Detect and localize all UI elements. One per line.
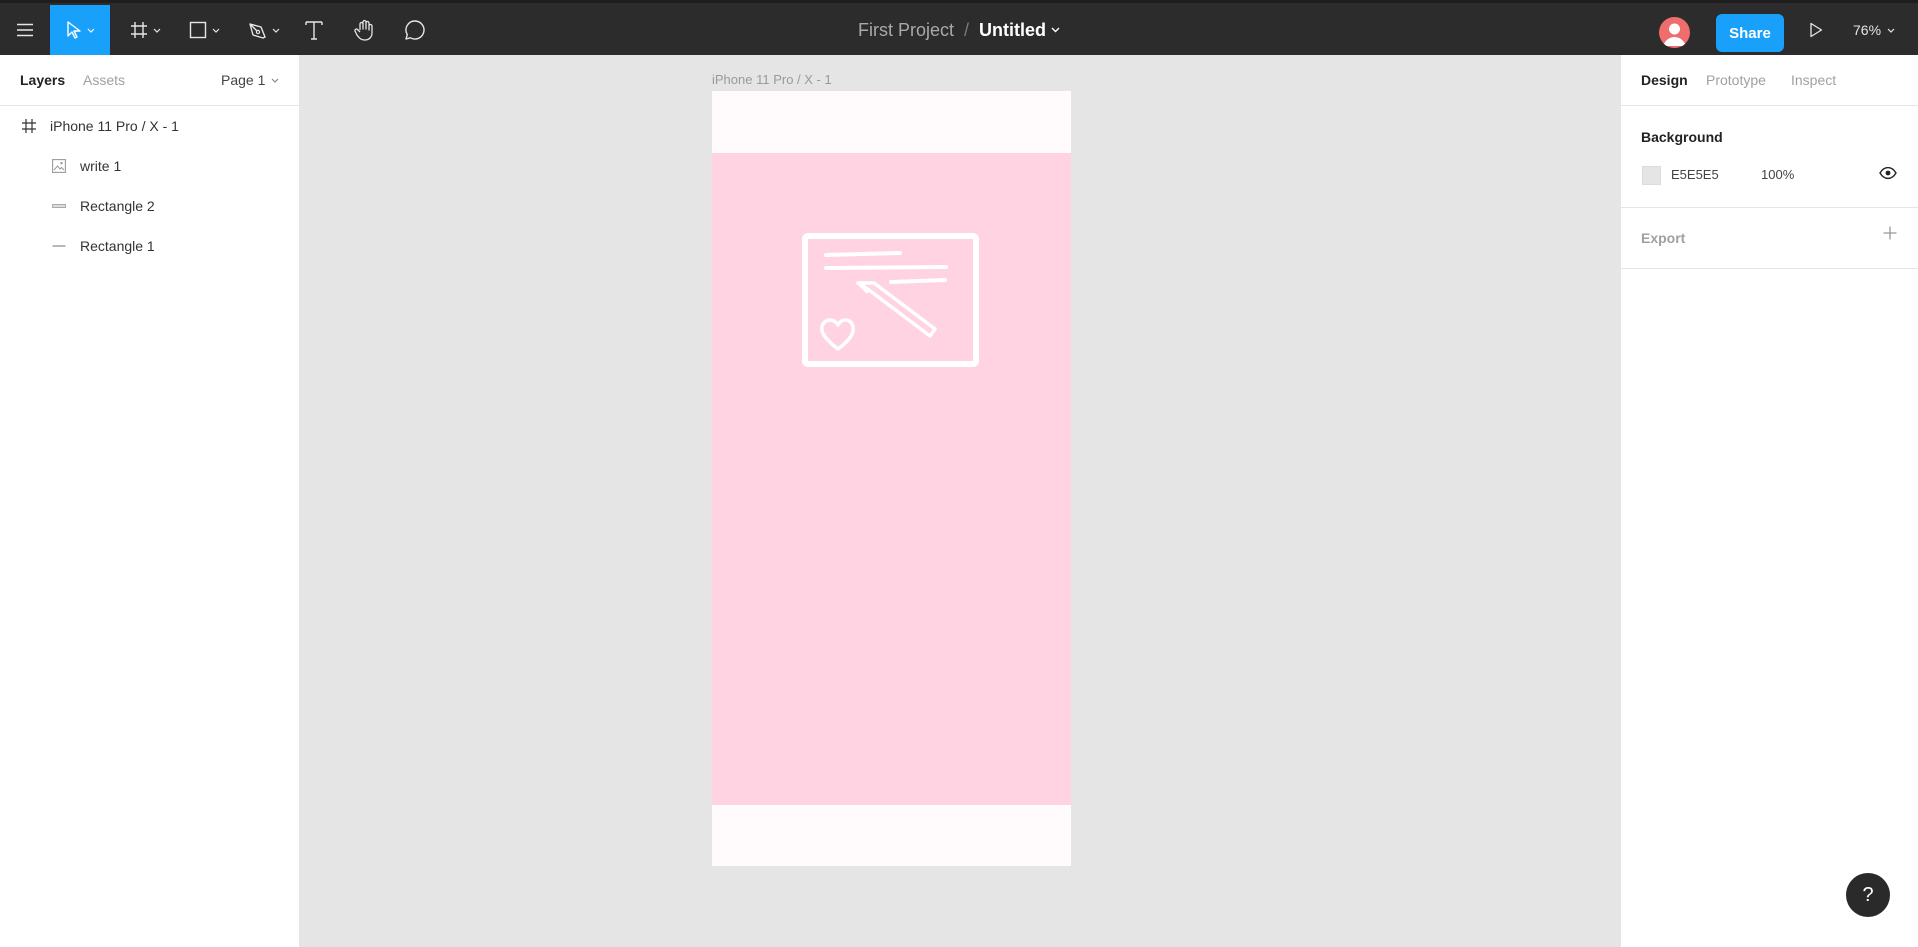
breadcrumb-separator: / bbox=[964, 19, 970, 40]
chevron-down-icon bbox=[271, 78, 279, 83]
toolbar: First Project / Untitled Share 76% bbox=[0, 0, 1918, 55]
zoom-level: 76% bbox=[1853, 22, 1882, 38]
layer-label: Rectangle 2 bbox=[80, 198, 155, 214]
frame-tool-icon bbox=[130, 22, 147, 38]
zoom-menu[interactable]: 76% bbox=[1853, 5, 1895, 55]
chevron-down-icon bbox=[212, 28, 219, 33]
canvas[interactable]: iPhone 11 Pro / X - 1 bbox=[300, 55, 1620, 947]
frame-tool-button[interactable] bbox=[125, 5, 165, 55]
chevron-down-icon bbox=[87, 28, 94, 33]
move-tool-icon bbox=[66, 21, 81, 39]
chevron-down-icon bbox=[153, 28, 160, 33]
menu-icon[interactable] bbox=[10, 5, 40, 55]
tab-layers[interactable]: Layers bbox=[20, 72, 65, 88]
file-name[interactable]: Untitled bbox=[979, 20, 1046, 41]
right-panel-tabs: Design Prototype Inspect bbox=[1621, 55, 1918, 106]
section-divider bbox=[1621, 268, 1918, 269]
background-opacity-input[interactable]: 100% bbox=[1761, 167, 1794, 182]
add-export-icon[interactable] bbox=[1883, 226, 1897, 245]
chevron-down-icon bbox=[272, 28, 280, 33]
project-name-link[interactable]: First Project bbox=[858, 20, 954, 41]
tab-design[interactable]: Design bbox=[1641, 72, 1688, 88]
left-panel-tabs: Layers Assets Page 1 bbox=[0, 55, 299, 106]
text-tool-icon bbox=[305, 21, 323, 40]
frame-label[interactable]: iPhone 11 Pro / X - 1 bbox=[712, 72, 832, 87]
frame-icon bbox=[22, 119, 36, 133]
chevron-down-icon[interactable] bbox=[1051, 27, 1060, 33]
pen-tool-icon bbox=[249, 22, 266, 39]
background-color-swatch[interactable] bbox=[1642, 166, 1661, 185]
layer-label: write 1 bbox=[80, 158, 122, 174]
tab-prototype[interactable]: Prototype bbox=[1706, 72, 1766, 88]
play-icon bbox=[1810, 22, 1823, 38]
page-selector[interactable]: Page 1 bbox=[221, 72, 279, 88]
tab-inspect[interactable]: Inspect bbox=[1791, 72, 1836, 88]
text-tool-button[interactable] bbox=[302, 5, 326, 55]
avatar[interactable] bbox=[1659, 17, 1690, 48]
background-hex-input[interactable]: E5E5E5 bbox=[1671, 167, 1719, 182]
comment-tool-button[interactable] bbox=[401, 5, 429, 55]
write-illustration-icon[interactable] bbox=[801, 231, 981, 371]
rectangle-2[interactable] bbox=[712, 153, 1071, 805]
shape-tool-button[interactable] bbox=[184, 5, 224, 55]
layer-row-rectangle-1[interactable]: Rectangle 1 bbox=[0, 226, 299, 266]
page-selector-label: Page 1 bbox=[221, 72, 266, 88]
hand-tool-button[interactable] bbox=[351, 5, 379, 55]
help-button[interactable]: ? bbox=[1846, 873, 1890, 917]
shape-tool-icon bbox=[189, 21, 206, 39]
user-icon bbox=[1663, 23, 1686, 46]
layer-row-rectangle-2[interactable]: Rectangle 2 bbox=[0, 186, 299, 226]
layer-row-frame[interactable]: iPhone 11 Pro / X - 1 bbox=[0, 106, 299, 146]
section-divider bbox=[1621, 207, 1918, 208]
hand-tool-icon bbox=[354, 19, 373, 41]
layer-label: Rectangle 1 bbox=[80, 238, 155, 254]
tab-assets[interactable]: Assets bbox=[83, 72, 125, 88]
properties-panel: Design Prototype Inspect Background E5E5… bbox=[1620, 55, 1918, 947]
eye-icon[interactable] bbox=[1879, 166, 1897, 185]
rectangle-layer-icon bbox=[52, 244, 66, 248]
export-section-title: Export bbox=[1641, 230, 1686, 246]
background-section-title: Background bbox=[1641, 129, 1723, 145]
file-title: First Project / Untitled bbox=[0, 5, 1918, 55]
layer-row-write-1[interactable]: write 1 bbox=[0, 146, 299, 186]
chevron-down-icon bbox=[1887, 28, 1895, 33]
share-button[interactable]: Share bbox=[1716, 14, 1784, 52]
comment-tool-icon bbox=[405, 20, 425, 40]
rectangle-layer-icon bbox=[52, 203, 66, 209]
iphone-frame[interactable] bbox=[712, 91, 1071, 866]
move-tool-button[interactable] bbox=[50, 5, 110, 55]
layers-panel: Layers Assets Page 1 iPhone 11 Pro / X -… bbox=[0, 55, 300, 947]
layer-label: iPhone 11 Pro / X - 1 bbox=[50, 118, 179, 134]
pen-tool-button[interactable] bbox=[244, 5, 284, 55]
image-icon bbox=[52, 159, 66, 173]
present-button[interactable] bbox=[1802, 5, 1830, 55]
